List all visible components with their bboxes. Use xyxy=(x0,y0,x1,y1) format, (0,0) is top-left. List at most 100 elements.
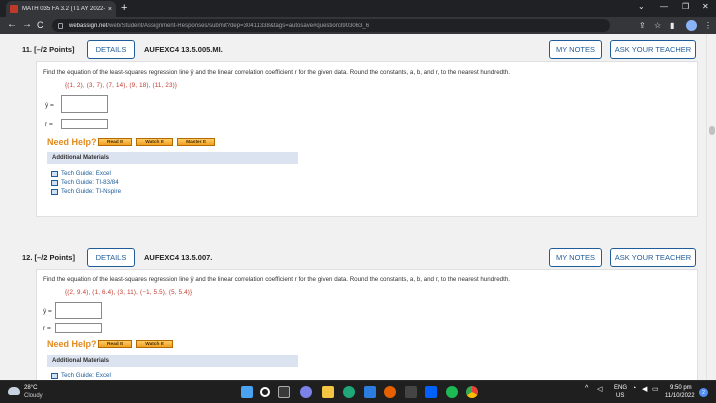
question-12-guide-excel-label: Tech Guide: Excel xyxy=(61,372,111,379)
question-11-need-help: Need Help? xyxy=(47,137,97,147)
spotify-icon[interactable] xyxy=(446,386,458,398)
scrollbar-thumb[interactable] xyxy=(709,126,715,135)
windows-taskbar: 28°C Cloudy ^ ◁ ENG US ◔ ◀ ▭ 9:50 pm 11/… xyxy=(0,380,716,403)
question-11-guide-ti8384[interactable]: Tech Guide: TI-83/84 xyxy=(51,179,119,186)
question-11-prompt: Find the equation of the least-squares r… xyxy=(43,69,510,76)
microsoft-store-icon[interactable] xyxy=(364,386,376,398)
question-11-code: AUFEXC4 13.5.005.MI. xyxy=(144,45,223,54)
clock-date[interactable]: 11/10/2022 xyxy=(665,393,695,399)
question-12-r-label: r = xyxy=(43,325,51,332)
question-12-r-input[interactable] xyxy=(55,323,102,333)
close-window-icon[interactable]: ✕ xyxy=(702,2,709,11)
question-12-details-button[interactable]: DETAILS xyxy=(87,248,135,267)
question-11-guide-ti8384-label: Tech Guide: TI-83/84 xyxy=(61,179,119,186)
question-12-number: 12. xyxy=(22,253,33,262)
firefox-icon[interactable] xyxy=(384,386,396,398)
question-11-body: Find the equation of the least-squares r… xyxy=(36,61,698,217)
webassign-favicon-icon xyxy=(10,5,18,13)
weather-condition[interactable]: Cloudy xyxy=(24,393,43,399)
monitor-icon xyxy=(51,170,58,177)
new-tab-icon[interactable]: + xyxy=(121,2,127,14)
url-text: webassign.net/web/Student/Assignment-Res… xyxy=(69,23,369,29)
tab-search-chevron-icon[interactable]: ⌄ xyxy=(638,2,645,11)
browser-toolbar: ← → C webassign.net/web/Student/Assignme… xyxy=(0,17,716,34)
question-11-master-it-button[interactable]: Master It xyxy=(177,138,215,146)
edge-icon[interactable] xyxy=(343,386,355,398)
restore-icon[interactable]: ❐ xyxy=(682,2,689,11)
tab-title: MATH 035 FA 3.2 (T1 AY 2022-2( xyxy=(22,6,105,12)
forward-icon[interactable]: → xyxy=(22,19,32,31)
monitor-icon xyxy=(51,188,58,195)
url-host: webassign.net xyxy=(69,22,108,29)
question-11-my-notes-button[interactable]: MY NOTES xyxy=(549,40,602,59)
cloud-icon[interactable] xyxy=(8,387,20,395)
weather-temperature[interactable]: 28°C xyxy=(24,385,37,391)
question-12-header: 12. [–/2 Points] DETAILS AUFEXC4 13.5.00… xyxy=(16,245,702,270)
battery-icon[interactable]: ▭ xyxy=(652,385,659,393)
chat-icon[interactable] xyxy=(300,386,312,398)
question-11-points: [–/2 Points] xyxy=(34,45,75,54)
assignment-page: 11. [–/2 Points] DETAILS AUFEXC4 13.5.00… xyxy=(0,34,716,380)
clock-time[interactable]: 9:50 pm xyxy=(670,385,692,391)
page-scrollbar[interactable] xyxy=(706,34,716,380)
question-11-guide-tinspire-label: Tech Guide: TI-Nspire xyxy=(61,188,122,195)
back-icon[interactable]: ← xyxy=(7,19,17,31)
menu-kebab-icon[interactable]: ⋮ xyxy=(704,21,712,30)
question-12-dataset: {(2, 9.4), (1, 6.4), (3, 11), (−1, 5.5),… xyxy=(65,289,193,296)
language-us[interactable]: US xyxy=(616,393,624,399)
tray-chevron-icon[interactable]: ^ xyxy=(585,385,588,392)
profile-avatar-icon[interactable] xyxy=(686,20,697,31)
bookmark-star-icon[interactable]: ☆ xyxy=(654,21,661,30)
question-11-r-label: r = xyxy=(45,121,53,128)
location-icon[interactable]: ◁ xyxy=(597,385,602,393)
question-11-yhat-input[interactable] xyxy=(61,95,108,113)
question-11-number: 11. xyxy=(22,45,33,54)
lock-icon xyxy=(58,22,63,29)
question-12-my-notes-button[interactable]: MY NOTES xyxy=(549,248,602,267)
tab-close-icon[interactable]: × xyxy=(108,6,112,13)
dropbox-icon[interactable] xyxy=(425,386,437,398)
media-icon[interactable] xyxy=(405,386,417,398)
question-11-header: 11. [–/2 Points] DETAILS AUFEXC4 13.5.00… xyxy=(16,37,702,62)
task-view-icon[interactable] xyxy=(278,386,290,398)
question-12-guide-excel[interactable]: Tech Guide: Excel xyxy=(51,372,111,379)
question-12-number-points: 12. [–/2 Points] xyxy=(22,253,92,262)
search-icon[interactable] xyxy=(260,387,270,397)
question-11-watch-it-button[interactable]: Watch It xyxy=(136,138,173,146)
language-eng[interactable]: ENG xyxy=(614,385,627,391)
question-11-guide-excel-label: Tech Guide: Excel xyxy=(61,170,111,177)
question-12-read-it-button[interactable]: Read It xyxy=(98,340,132,348)
reload-icon[interactable]: C xyxy=(37,19,44,31)
file-explorer-icon[interactable] xyxy=(322,386,334,398)
chrome-icon[interactable] xyxy=(466,386,478,398)
question-12-code: AUFEXC4 13.5.007. xyxy=(144,253,213,262)
question-12-prompt: Find the equation of the least-squares r… xyxy=(43,276,510,283)
question-11-yhat-label: ŷ = xyxy=(45,102,54,109)
question-12-body: Find the equation of the least-squares r… xyxy=(36,269,698,380)
notification-badge[interactable]: 2 xyxy=(699,388,708,397)
question-11-details-button[interactable]: DETAILS xyxy=(87,40,135,59)
url-path: /web/Student/Assignment-Responses/submit… xyxy=(107,22,370,29)
side-panel-icon[interactable]: ▮ xyxy=(670,21,674,30)
minimize-icon[interactable]: — xyxy=(660,2,668,11)
question-12-yhat-label: ŷ = xyxy=(43,308,52,315)
question-11-ask-teacher-button[interactable]: ASK YOUR TEACHER xyxy=(610,40,696,59)
windows-start-icon[interactable] xyxy=(241,386,253,398)
question-12-yhat-input[interactable] xyxy=(55,302,102,319)
question-12-ask-teacher-button[interactable]: ASK YOUR TEACHER xyxy=(610,248,696,267)
question-11-guide-tinspire[interactable]: Tech Guide: TI-Nspire xyxy=(51,188,121,195)
question-12-points: [–/2 Points] xyxy=(34,253,75,262)
share-icon[interactable]: ⇪ xyxy=(639,21,646,30)
question-12-watch-it-button[interactable]: Watch It xyxy=(136,340,173,348)
monitor-icon xyxy=(51,372,58,379)
volume-icon[interactable]: ◀ xyxy=(642,385,647,393)
question-11-guide-excel[interactable]: Tech Guide: Excel xyxy=(51,170,111,177)
browser-tab[interactable]: MATH 035 FA 3.2 (T1 AY 2022-2( × xyxy=(6,1,116,17)
wifi-icon[interactable]: ◔ xyxy=(632,385,636,392)
question-11-additional-materials: Additional Materials xyxy=(47,152,298,164)
question-11-read-it-button[interactable]: Read It xyxy=(98,138,132,146)
question-11-number-points: 11. [–/2 Points] xyxy=(22,45,92,54)
address-bar[interactable]: webassign.net/web/Student/Assignment-Res… xyxy=(52,19,610,32)
question-12-need-help: Need Help? xyxy=(47,339,97,349)
question-11-r-input[interactable] xyxy=(61,119,108,129)
